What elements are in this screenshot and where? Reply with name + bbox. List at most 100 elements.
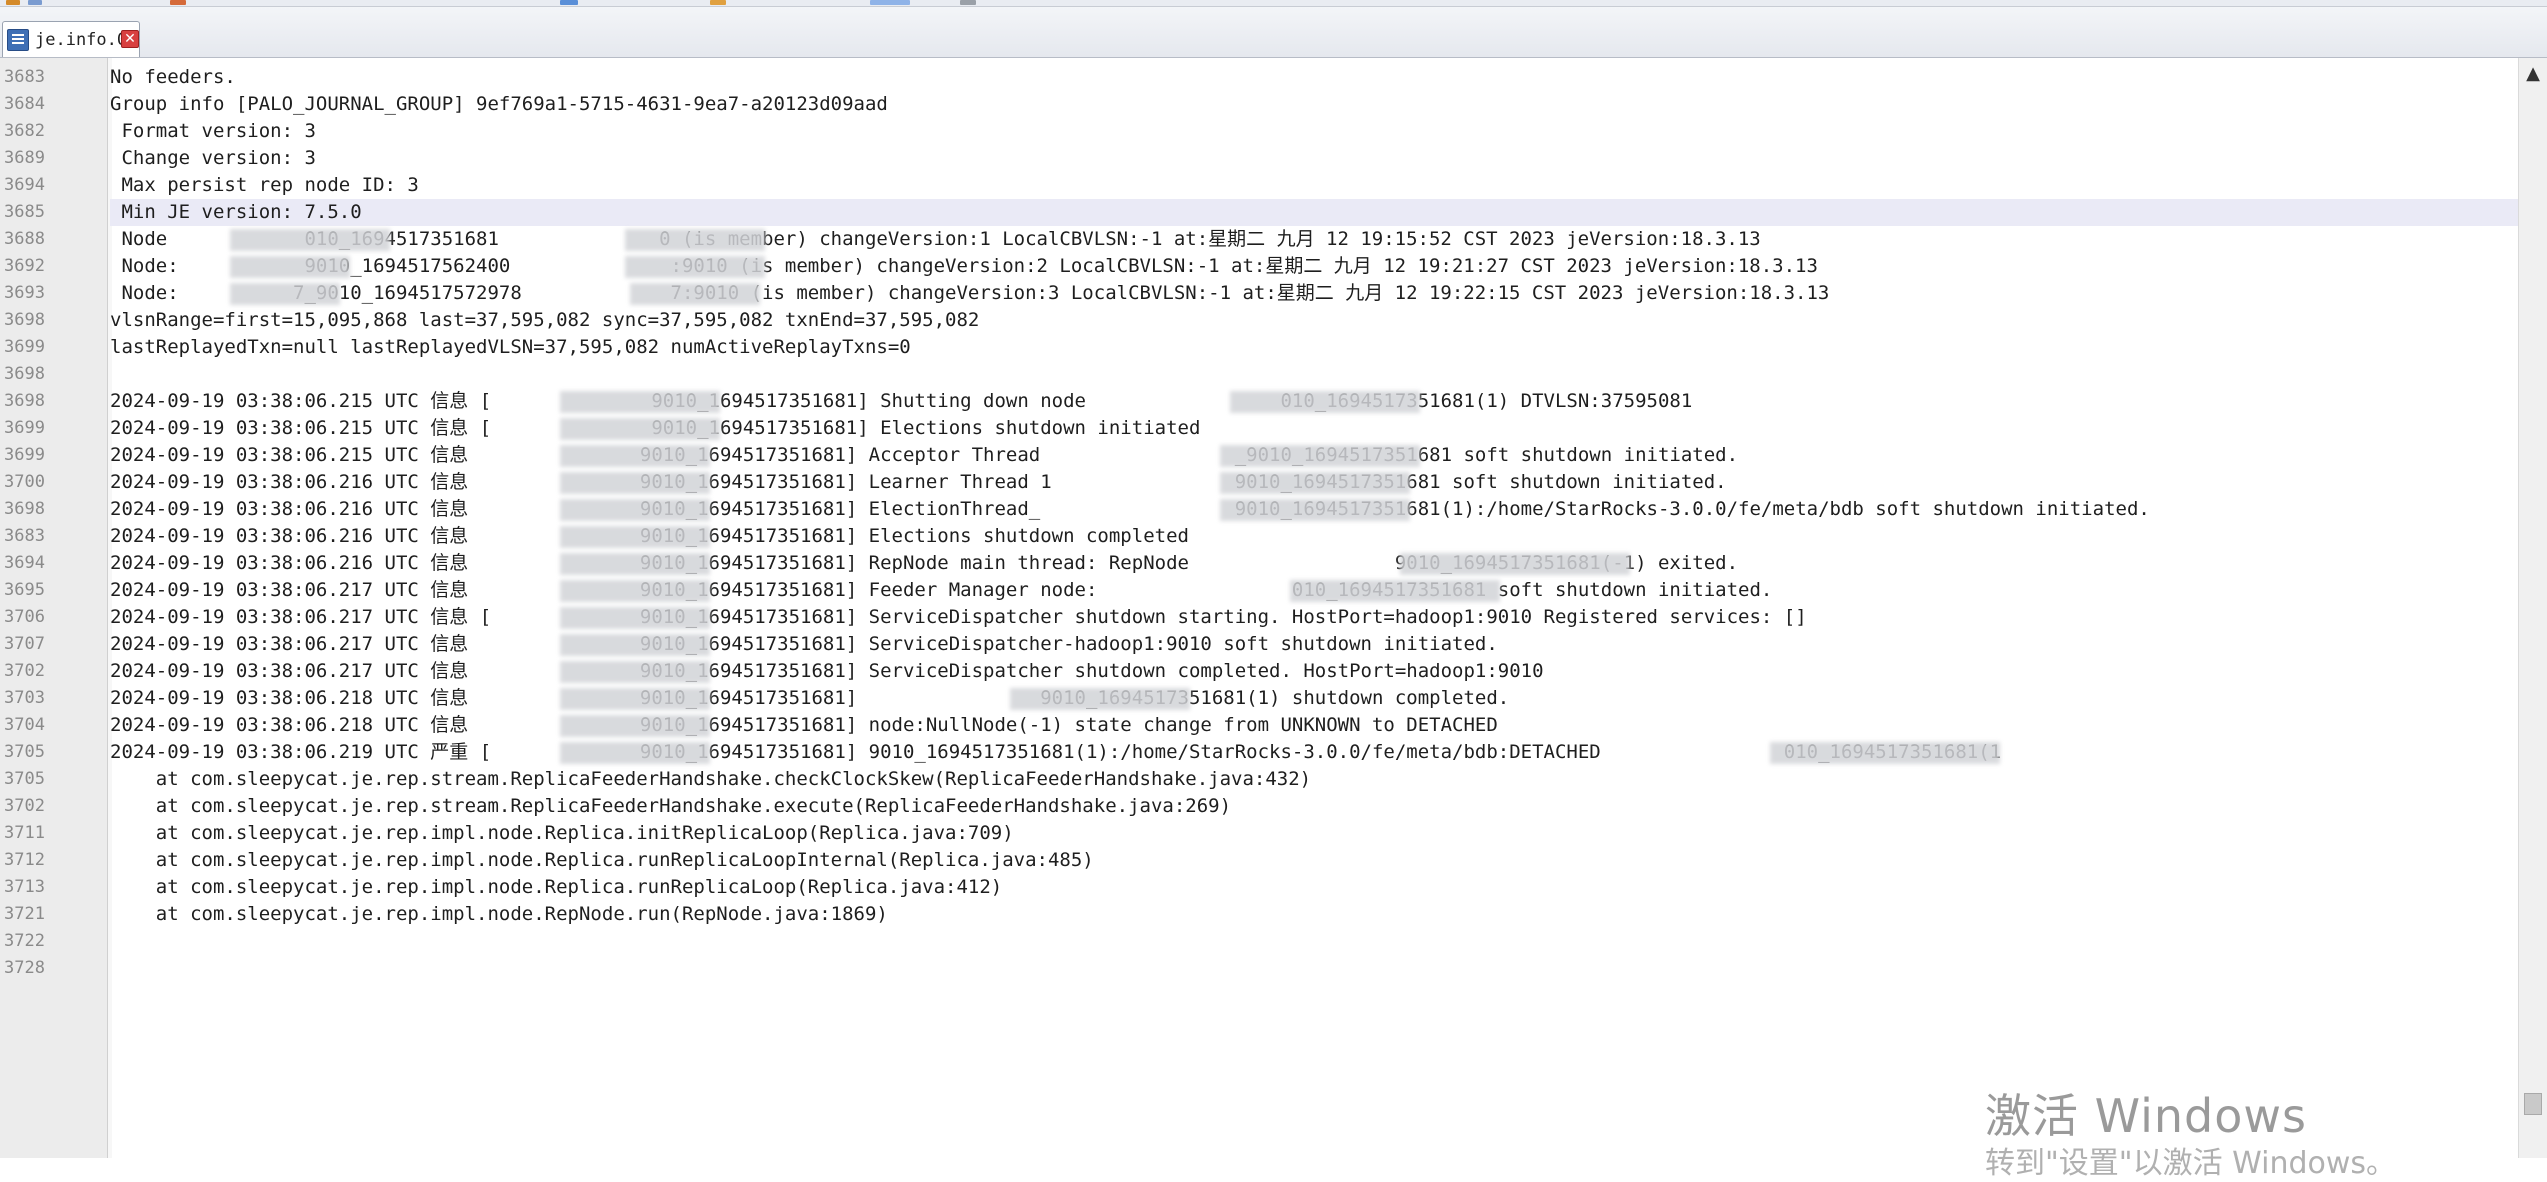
- text-line: Change version: 3: [110, 147, 316, 169]
- toolbar-icon[interactable]: [6, 0, 20, 5]
- redaction-blur: [1400, 553, 1630, 575]
- line-number: 3711: [4, 823, 45, 843]
- toolbar-icon[interactable]: [870, 0, 910, 5]
- toolbar: [0, 0, 2547, 7]
- redaction-blur: [1230, 391, 1420, 413]
- redaction-blur: [560, 661, 710, 683]
- redaction-blur: [560, 499, 710, 521]
- line-number: 3683: [4, 67, 45, 87]
- line-number: 3682: [4, 121, 45, 141]
- text-line: 2024-09-19 03:38:06.217 UTC 信息 9010_1694…: [110, 633, 1498, 655]
- text-line: 2024-09-19 03:38:06.217 UTC 信息 [ 9010_16…: [110, 606, 1807, 628]
- text-line: at com.sleepycat.je.rep.impl.node.Replic…: [110, 876, 1003, 898]
- toolbar-icon[interactable]: [560, 0, 578, 5]
- redaction-blur: [230, 283, 340, 305]
- line-number: 3692: [4, 256, 45, 276]
- redaction-blur: [560, 634, 710, 656]
- tab-bar: je.info.0 ✕: [0, 7, 2547, 58]
- text-line: at com.sleepycat.je.rep.stream.ReplicaFe…: [110, 795, 1232, 817]
- redaction-blur: [1220, 499, 1410, 521]
- toolbar-icon[interactable]: [960, 0, 976, 5]
- text-line: 2024-09-19 03:38:06.218 UTC 信息 9010_1694…: [110, 714, 1498, 736]
- text-line: 2024-09-19 03:38:06.216 UTC 信息 9010_1694…: [110, 498, 2150, 520]
- text-area[interactable]: No feeders. Group info [PALO_JOURNAL_GROU…: [110, 58, 2519, 1158]
- line-number: 3722: [4, 931, 45, 951]
- line-number: 3699: [4, 445, 45, 465]
- redaction-blur: [560, 472, 710, 494]
- redaction-blur: [560, 688, 710, 710]
- redaction-blur: [560, 445, 710, 467]
- toolbar-icon[interactable]: [170, 0, 186, 5]
- toolbar-icon[interactable]: [28, 0, 42, 5]
- line-number: 3698: [4, 310, 45, 330]
- redaction-blur: [1010, 688, 1190, 710]
- text-line: 2024-09-19 03:38:06.218 UTC 信息 9010_1694…: [110, 687, 1510, 709]
- line-number: 3702: [4, 661, 45, 681]
- redaction-blur: [560, 607, 710, 629]
- redaction-blur: [630, 283, 760, 305]
- redaction-blur: [230, 229, 390, 251]
- text-line: vlsnRange=first=15,095,868 last=37,595,0…: [110, 309, 980, 331]
- redaction-blur: [230, 256, 350, 278]
- text-line: lastReplayedTxn=null lastReplayedVLSN=37…: [110, 336, 911, 358]
- text-line: 2024-09-19 03:38:06.219 UTC 严重 [ 9010_16…: [110, 741, 2002, 763]
- redaction-blur: [560, 391, 720, 413]
- redaction-blur: [560, 742, 710, 764]
- redaction-blur: [625, 229, 765, 251]
- text-line: Group info [PALO_JOURNAL_GROUP] 9ef769a1…: [110, 93, 888, 115]
- text-line: 2024-09-19 03:38:06.217 UTC 信息 9010_1694…: [110, 660, 1544, 682]
- text-line: Node: 9010_1694517562400 :9010 (is membe…: [110, 255, 1818, 277]
- scroll-thumb[interactable]: [2524, 1093, 2542, 1115]
- line-number: 3689: [4, 148, 45, 168]
- line-number: 3713: [4, 877, 45, 897]
- text-line: at com.sleepycat.je.rep.impl.node.Replic…: [110, 822, 1014, 844]
- line-number: 3683: [4, 526, 45, 546]
- redaction-blur: [1290, 580, 1500, 602]
- line-number: 3698: [4, 391, 45, 411]
- close-icon[interactable]: ✕: [121, 30, 139, 48]
- line-number: 3705: [4, 769, 45, 789]
- file-icon: [7, 29, 29, 51]
- line-number: 3704: [4, 715, 45, 735]
- line-number: 3700: [4, 472, 45, 492]
- scroll-up-arrow-icon[interactable]: ▲: [2523, 64, 2543, 84]
- text-line: Min JE version: 7.5.0: [110, 199, 2519, 226]
- line-number: 3705: [4, 742, 45, 762]
- line-number: 3721: [4, 904, 45, 924]
- text-line: Max persist rep node ID: 3: [110, 174, 419, 196]
- redaction-blur: [560, 553, 710, 575]
- line-number: 3702: [4, 796, 45, 816]
- text-line: at com.sleepycat.je.rep.impl.node.Replic…: [110, 849, 1094, 871]
- line-number: 3698: [4, 364, 45, 384]
- line-number: 3694: [4, 175, 45, 195]
- tab-label: je.info.0: [35, 30, 128, 50]
- text-line: Node: 7_9010_1694517572978 7:9010 (is me…: [110, 282, 1830, 304]
- text-editor[interactable]: 3683 3684 3682 3689 3694 3685 3688 3692 3693 3698…: [0, 58, 2547, 1158]
- line-number: 3688: [4, 229, 45, 249]
- line-number: 3706: [4, 607, 45, 627]
- line-number: 3684: [4, 94, 45, 114]
- text-line: at com.sleepycat.je.rep.stream.ReplicaFe…: [110, 768, 1312, 790]
- toolbar-icon[interactable]: [710, 0, 726, 5]
- line-number: 3693: [4, 283, 45, 303]
- line-number: 3703: [4, 688, 45, 708]
- redaction-blur: [560, 418, 720, 440]
- tab-je-info[interactable]: je.info.0 ✕: [2, 21, 140, 57]
- text-line: at com.sleepycat.je.rep.impl.node.RepNod…: [110, 903, 888, 925]
- text-line: No feeders.: [110, 66, 236, 88]
- vertical-scrollbar[interactable]: ▲: [2518, 58, 2547, 1158]
- line-number: 3699: [4, 337, 45, 357]
- text-line: 2024-09-19 03:38:06.217 UTC 信息 9010_1694…: [110, 579, 1773, 601]
- activation-watermark-subtitle: 转到"设置"以激活 Windows。: [1985, 1146, 2397, 1181]
- line-number: 3695: [4, 580, 45, 600]
- line-number-gutter: 3683 3684 3682 3689 3694 3685 3688 3692 3693 3698…: [0, 58, 108, 1158]
- line-number: 3712: [4, 850, 45, 870]
- text-line: 2024-09-19 03:38:06.215 UTC 信息 [ 9010_16…: [110, 390, 1693, 412]
- redaction-blur: [1220, 445, 1420, 467]
- text-line: 2024-09-19 03:38:06.215 UTC 信息 9010_1694…: [110, 444, 1739, 466]
- redaction-blur: [560, 526, 710, 548]
- redaction-blur: [560, 715, 710, 737]
- line-number: 3707: [4, 634, 45, 654]
- line-number: 3698: [4, 499, 45, 519]
- redaction-blur: [1770, 742, 2000, 764]
